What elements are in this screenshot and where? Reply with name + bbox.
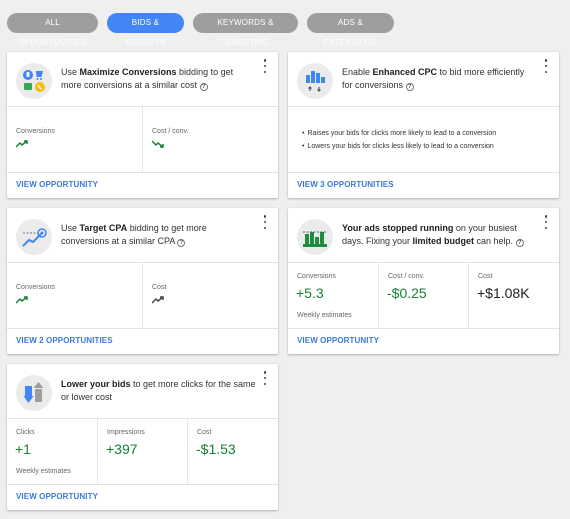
weekly-estimates-note: Weekly estimates	[297, 312, 352, 319]
help-icon[interactable]: ?	[515, 239, 524, 247]
filter-tabs: ALL OPPORTUNITIES BIDS & BUDGETS KEYWORD…	[7, 13, 394, 47]
card-limited-budget: Your ads stopped running on your busiest…	[288, 208, 559, 354]
metric-cost: Cost -$1.53	[187, 419, 278, 484]
more-options-icon[interactable]	[543, 215, 549, 229]
card-headline: Use Target CPA bidding to get more conve…	[61, 223, 207, 247]
lower-bids-icon	[16, 375, 52, 411]
card-headline: Lower your bids to get more clicks for t…	[61, 379, 256, 402]
help-icon[interactable]: ?	[177, 239, 186, 247]
help-icon[interactable]: ?	[405, 83, 414, 91]
metric-cost-per-conv: Cost / conv.	[142, 107, 278, 172]
trend-down-icon	[152, 140, 164, 148]
tab-bids-budgets[interactable]: BIDS & BUDGETS	[107, 13, 184, 47]
view-opportunity-link[interactable]: VIEW OPPORTUNITY	[7, 173, 278, 197]
view-opportunity-link[interactable]: VIEW OPPORTUNITY	[288, 329, 559, 353]
list-item: Lowers your bids for clicks less likely …	[302, 140, 496, 153]
metric-impressions: Impressions +397	[97, 419, 187, 484]
view-opportunity-link[interactable]: VIEW OPPORTUNITY	[7, 485, 278, 509]
card-headline: Enable Enhanced CPC to bid more efficien…	[342, 67, 525, 91]
enhanced-cpc-icon	[297, 63, 333, 99]
card-enhanced-cpc: Enable Enhanced CPC to bid more efficien…	[288, 52, 559, 198]
metric-cost: Cost +$1.08K	[468, 263, 559, 328]
card-maximize-conversions: Use Maximize Conversions bidding to get …	[7, 52, 278, 198]
more-options-icon[interactable]	[262, 215, 268, 229]
view-opportunities-link[interactable]: VIEW 2 OPPORTUNITIES	[7, 329, 278, 353]
card-lower-bids: Lower your bids to get more clicks for t…	[7, 364, 278, 510]
more-options-icon[interactable]	[262, 59, 268, 73]
metric-cost: Cost	[142, 263, 278, 328]
tab-ads-extensions[interactable]: ADS & EXTENSIONS	[307, 13, 394, 47]
tab-keywords-targeting[interactable]: KEYWORDS & TARGETING	[193, 13, 298, 47]
limited-budget-icon	[297, 219, 333, 255]
metric-conversions: Conversions	[7, 107, 142, 172]
more-options-icon[interactable]	[543, 59, 549, 73]
card-target-cpa: Use Target CPA bidding to get more conve…	[7, 208, 278, 354]
trend-up-icon	[152, 296, 164, 304]
tab-all-opportunities[interactable]: ALL OPPORTUNITIES	[7, 13, 98, 47]
trend-up-icon	[16, 140, 28, 148]
more-options-icon[interactable]	[262, 371, 268, 385]
weekly-estimates-note: Weekly estimates	[16, 468, 71, 475]
card-headline: Use Maximize Conversions bidding to get …	[61, 67, 234, 91]
help-icon[interactable]: ?	[199, 83, 208, 91]
trend-up-icon	[16, 296, 28, 304]
view-opportunities-link[interactable]: VIEW 3 OPPORTUNITIES	[288, 173, 559, 197]
card-headline: Your ads stopped running on your busiest…	[342, 222, 537, 248]
benefit-list: Raises your bids for clicks more likely …	[302, 127, 496, 153]
metric-cost-per-conv: Cost / conv. -$0.25	[378, 263, 468, 328]
target-cpa-icon	[16, 219, 52, 255]
maximize-conversions-icon	[16, 63, 52, 99]
list-item: Raises your bids for clicks more likely …	[302, 127, 496, 140]
metric-conversions: Conversions	[7, 263, 142, 328]
